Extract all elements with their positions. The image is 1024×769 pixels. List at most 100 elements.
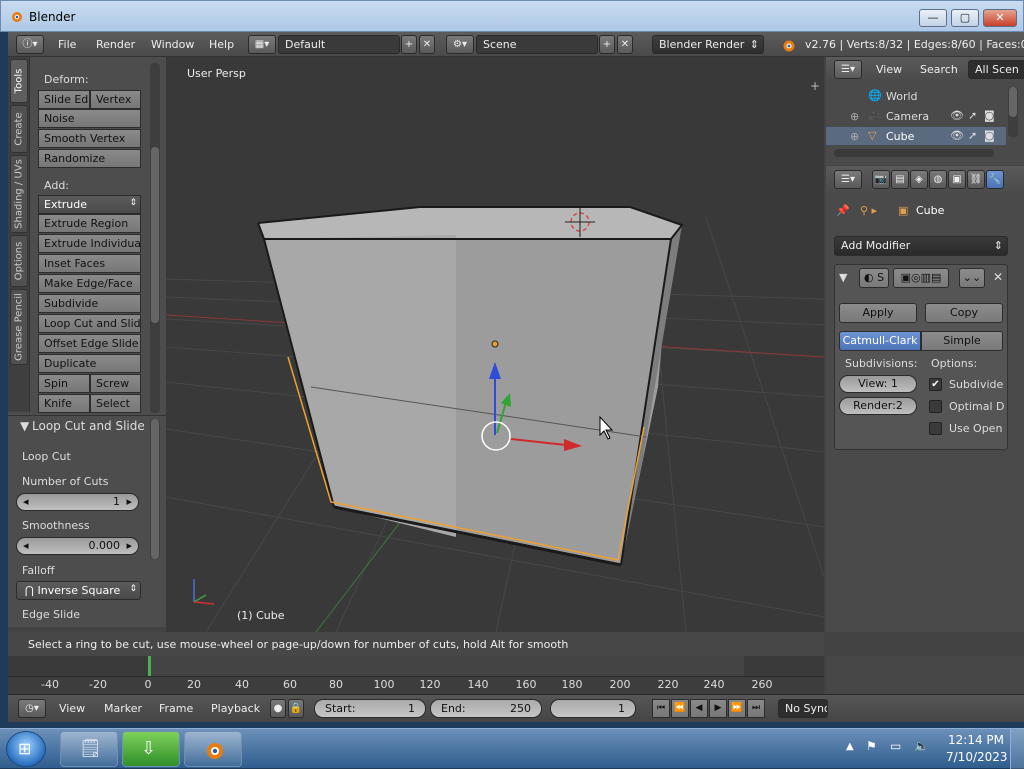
modifier-collapse-icon[interactable]: ▼: [839, 271, 847, 284]
optimal-display-checkbox[interactable]: [929, 400, 942, 413]
remove-layout-icon[interactable]: ✕: [419, 35, 435, 54]
number-of-cuts-field[interactable]: ◂ 1 ▸: [16, 493, 139, 511]
screw-button[interactable]: Screw: [90, 374, 141, 393]
modifier-move-icon[interactable]: ⌄⌄: [959, 268, 985, 288]
extrude-region-button[interactable]: Extrude Region: [38, 214, 141, 233]
outliner-search-menu[interactable]: Search: [920, 63, 958, 76]
outliner-item-world[interactable]: World: [886, 90, 918, 103]
loop-cut-slide-button[interactable]: Loop Cut and Slide: [38, 314, 141, 333]
object-tab-icon[interactable]: ▣: [948, 170, 966, 189]
operator-scrollbar[interactable]: [150, 419, 160, 559]
outliner-scrollbar[interactable]: [1008, 87, 1018, 137]
start-button[interactable]: ⊞: [6, 731, 46, 767]
select-button[interactable]: Select: [90, 394, 141, 413]
modifiers-tab-icon[interactable]: 🔧: [986, 170, 1004, 189]
visibility-eye-icon[interactable]: 👁: [950, 129, 964, 142]
editor-type-info-icon[interactable]: ⓘ▾: [16, 35, 44, 54]
timeline-view-menu[interactable]: View: [59, 702, 85, 715]
operator-scroll-thumb[interactable]: [151, 419, 159, 559]
outliner-item-cube[interactable]: Cube: [886, 130, 914, 143]
menu-help[interactable]: Help: [209, 38, 234, 51]
view-levels-field[interactable]: View: 1: [839, 375, 917, 393]
tab-options[interactable]: Options: [10, 235, 28, 287]
select-cursor-icon[interactable]: ➚: [968, 129, 977, 142]
scene-field[interactable]: Scene: [476, 35, 598, 54]
timeline-frame-menu[interactable]: Frame: [159, 702, 193, 715]
tab-shading-uvs[interactable]: Shading / UVs: [10, 155, 28, 233]
select-cursor-icon[interactable]: ➚: [968, 109, 977, 122]
decrement-icon[interactable]: ◂: [23, 539, 29, 552]
tab-create[interactable]: Create: [10, 105, 28, 153]
volume-icon[interactable]: 🔈: [914, 739, 929, 753]
decrement-icon[interactable]: ◂: [23, 495, 29, 508]
minimize-button[interactable]: —: [919, 9, 947, 27]
simple-button[interactable]: Simple: [921, 331, 1003, 351]
screen-layout-icon[interactable]: ▦▾: [248, 35, 276, 54]
layers-tab-icon[interactable]: ▤: [891, 170, 909, 189]
add-scene-icon[interactable]: +: [599, 35, 615, 54]
increment-icon[interactable]: ▸: [126, 539, 132, 552]
smoothness-field[interactable]: ◂ 0.000 ▸: [16, 537, 139, 555]
properties-editor-icon[interactable]: ☰▾: [834, 170, 862, 189]
taskbar-blender[interactable]: [184, 731, 242, 767]
tab-tools[interactable]: Tools: [10, 59, 28, 103]
remove-scene-icon[interactable]: ✕: [617, 35, 633, 54]
play-reverse-icon[interactable]: ◀: [690, 699, 708, 718]
tab-grease-pencil[interactable]: Grease Pencil: [10, 289, 28, 365]
render-engine-select[interactable]: Blender Render ⇕: [652, 35, 764, 54]
render-camera-icon[interactable]: ◙: [984, 129, 995, 142]
maximize-button[interactable]: ▢: [951, 9, 979, 27]
expand-icon[interactable]: ⊕: [850, 130, 859, 143]
world-tab-icon[interactable]: ◍: [929, 170, 947, 189]
prev-keyframe-icon[interactable]: ⏪: [671, 699, 689, 718]
end-frame-field[interactable]: End: 250: [430, 699, 542, 718]
clock-time[interactable]: 12:14 PM: [948, 733, 1004, 747]
lock-icon[interactable]: 🔒: [288, 699, 304, 718]
visibility-eye-icon[interactable]: 👁: [950, 109, 964, 122]
record-icon[interactable]: ●: [270, 699, 286, 718]
show-desktop-button[interactable]: [1010, 729, 1024, 769]
menu-window[interactable]: Window: [151, 38, 194, 51]
outliner-filter-select[interactable]: All Scen: [968, 60, 1024, 79]
constraints-tab-icon[interactable]: ⛓: [967, 170, 985, 189]
next-keyframe-icon[interactable]: ⏩: [728, 699, 746, 718]
use-opensubdiv-checkbox[interactable]: [929, 422, 942, 435]
menu-render[interactable]: Render: [96, 38, 135, 51]
pin-icon[interactable]: 📌: [836, 204, 850, 217]
modifier-name-field[interactable]: ◐ S: [859, 268, 889, 288]
spin-button[interactable]: Spin: [38, 374, 90, 393]
close-button[interactable]: ✕: [983, 9, 1017, 27]
expand-icon[interactable]: ⊕: [850, 110, 859, 123]
current-frame-field[interactable]: 1: [550, 699, 636, 718]
make-edge-face-button[interactable]: Make Edge/Face: [38, 274, 141, 293]
inset-faces-button[interactable]: Inset Faces: [38, 254, 141, 273]
vertex-button[interactable]: Vertex: [90, 90, 141, 109]
scene-icon[interactable]: ⚙▾: [446, 35, 474, 54]
modifier-display-toggles[interactable]: ▣◎▥▤: [893, 268, 949, 288]
falloff-select[interactable]: ⋂ Inverse Square ⇕: [16, 581, 141, 600]
outliner-editor-icon[interactable]: ☰▾: [834, 60, 862, 79]
action-center-icon[interactable]: ⚑: [866, 739, 877, 753]
timeline-playback-menu[interactable]: Playback: [211, 702, 260, 715]
outliner-view-menu[interactable]: View: [876, 63, 902, 76]
extrude-button[interactable]: Extrude ⇕: [38, 195, 141, 214]
tools-scrollbar[interactable]: [150, 63, 160, 413]
sync-mode-select[interactable]: No Sync: [778, 699, 828, 718]
render-tab-icon[interactable]: 📷: [872, 170, 890, 189]
slide-edge-button[interactable]: Slide Ed: [38, 90, 90, 109]
play-icon[interactable]: ▶: [709, 699, 727, 718]
properties-toggle-icon[interactable]: +: [810, 79, 820, 93]
start-frame-field[interactable]: Start: 1: [314, 699, 426, 718]
taskbar-notepad[interactable]: 🗒: [60, 731, 118, 767]
apply-button[interactable]: Apply: [839, 303, 917, 323]
timeline-ruler[interactable]: -40 -20 0 20 40 60 80 100 120 140 160 18…: [8, 676, 824, 694]
add-layout-icon[interactable]: +: [401, 35, 417, 54]
knife-button[interactable]: Knife: [38, 394, 90, 413]
offset-edge-slide-button[interactable]: Offset Edge Slide: [38, 334, 141, 353]
taskbar-downloads[interactable]: ⇩: [122, 731, 180, 767]
3d-viewport[interactable]: User Persp (1) Cube +: [166, 57, 824, 632]
timeline-editor-icon[interactable]: ◷▾: [18, 699, 46, 718]
timeline-marker-menu[interactable]: Marker: [104, 702, 142, 715]
noise-button[interactable]: Noise: [38, 109, 141, 128]
clock-date[interactable]: 7/10/2023: [946, 750, 1008, 764]
